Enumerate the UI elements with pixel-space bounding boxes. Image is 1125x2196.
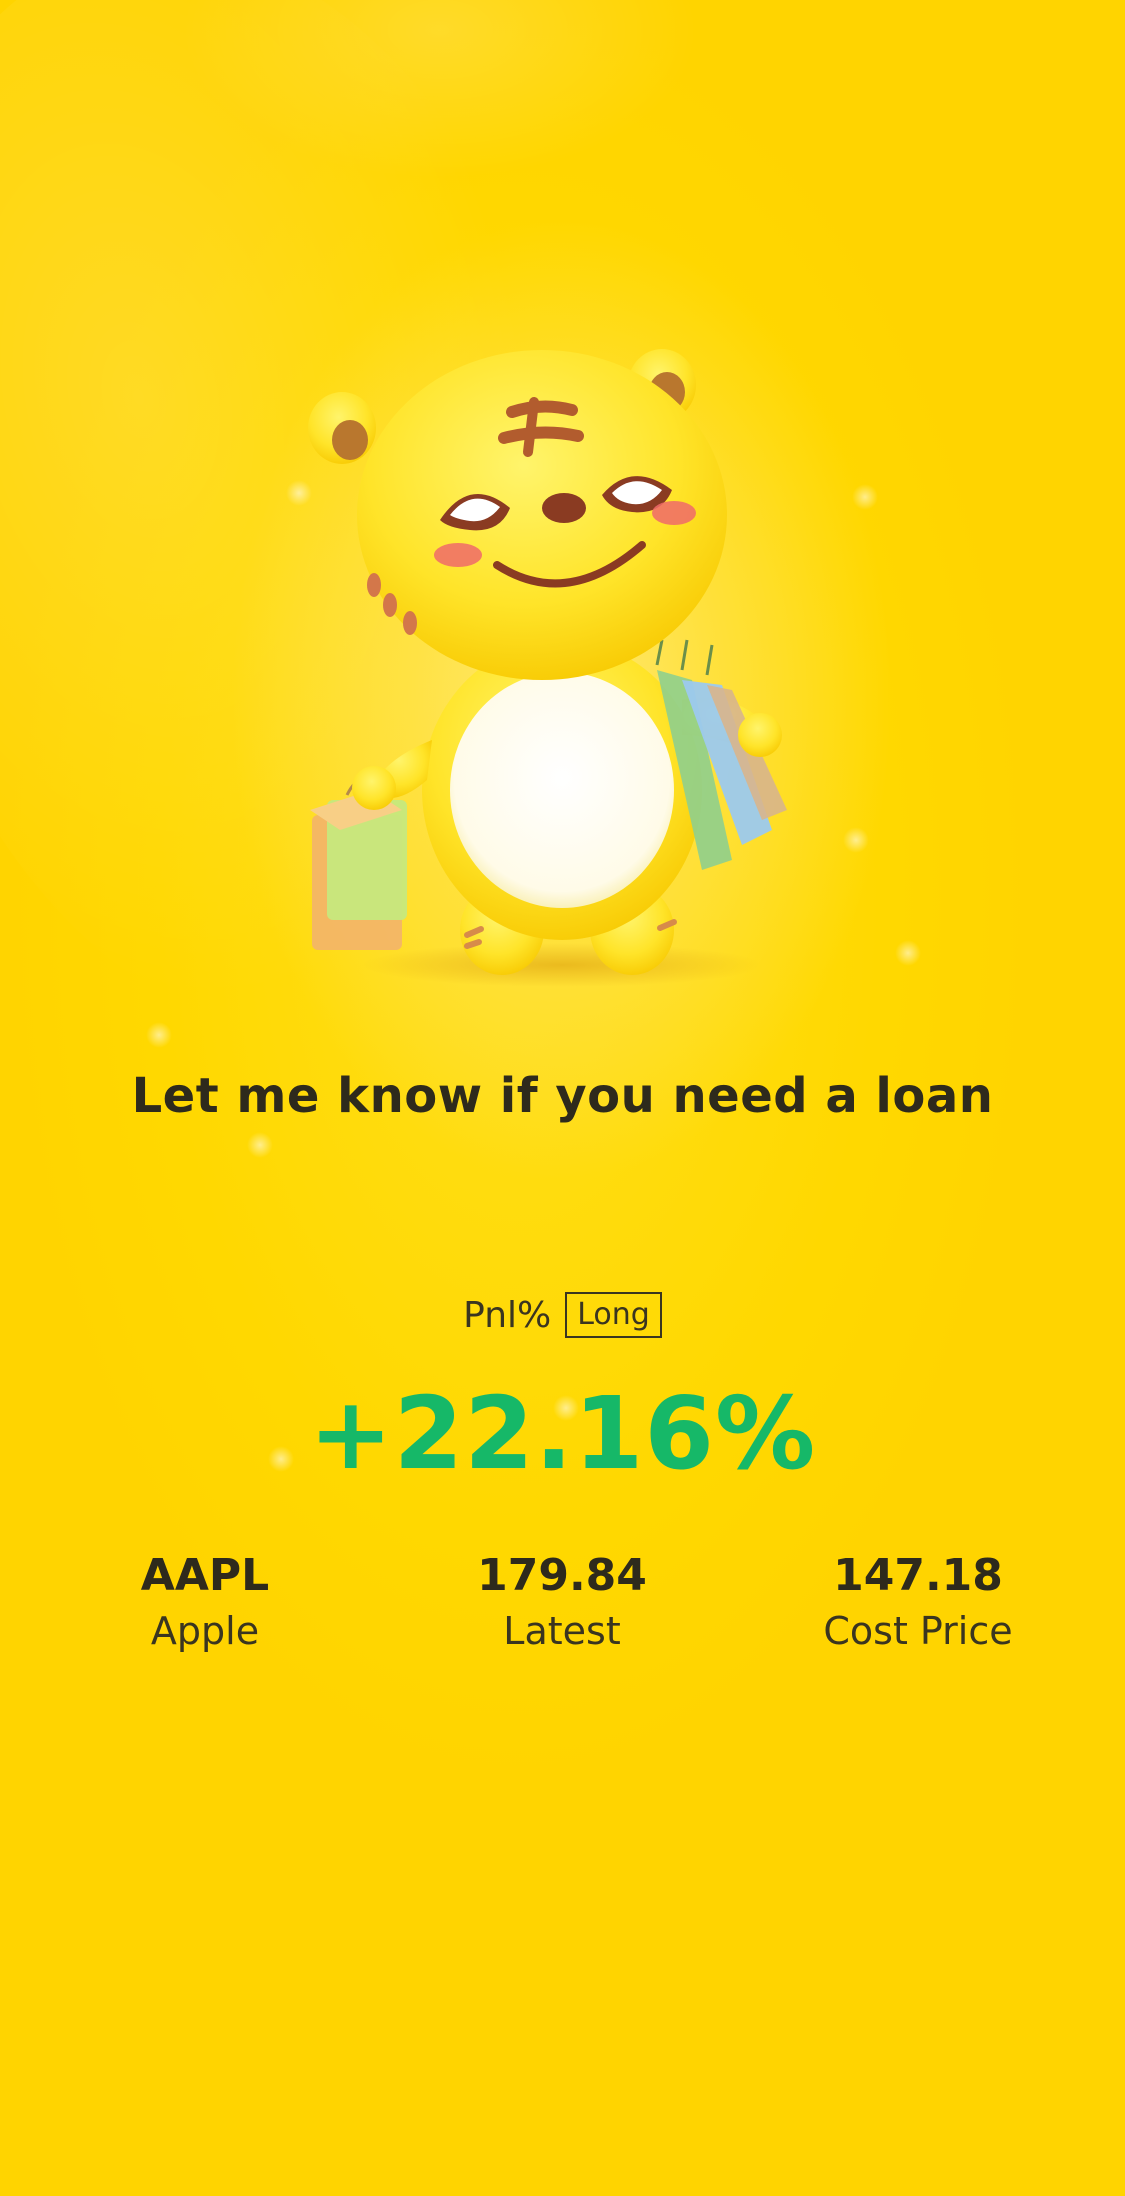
tagline: Let me know if you need a loan — [131, 1068, 994, 1124]
stat-label: Cost Price — [823, 1609, 1013, 1653]
pnl-label: Pnl% — [463, 1294, 552, 1336]
sparkle — [895, 940, 921, 966]
tiger-mascot-shopping-icon — [262, 340, 862, 1000]
stat-value: 179.84 — [477, 1550, 647, 1601]
stat-latest: 179.84 Latest — [382, 1550, 742, 1653]
stat-cost-price: 147.18 Cost Price — [738, 1550, 1098, 1653]
sparkle — [146, 1022, 172, 1048]
pnl-header: Pnl% Long — [0, 1292, 1125, 1338]
sparkle — [247, 1132, 273, 1158]
stat-value: AAPL — [140, 1550, 270, 1601]
stat-label: Latest — [503, 1609, 621, 1653]
pnl-value: +22.16% — [308, 1375, 817, 1492]
stat-label: Apple — [150, 1609, 260, 1653]
position-badge: Long — [565, 1292, 662, 1338]
stat-value: 147.18 — [833, 1550, 1003, 1601]
stat-symbol: AAPL Apple — [25, 1550, 385, 1653]
